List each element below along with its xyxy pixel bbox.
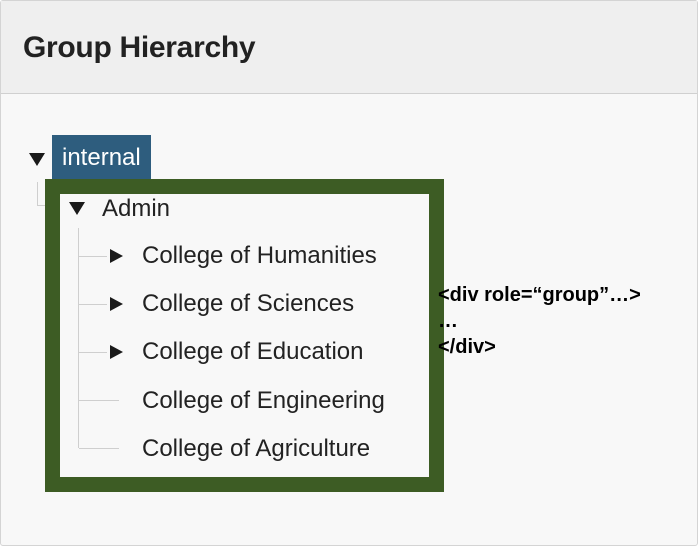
tree-node-label[interactable]: College of Education — [142, 338, 363, 366]
tree-guide-line — [78, 228, 79, 448]
page-title: Group Hierarchy — [23, 31, 256, 64]
tree-connector-line — [79, 352, 107, 353]
tree-connector-line — [79, 304, 107, 305]
tree-node-label-admin[interactable]: Admin — [102, 195, 170, 223]
expand-arrow-icon[interactable] — [110, 297, 123, 311]
tree-connector-line — [37, 182, 38, 206]
tree-connector-line — [79, 448, 119, 449]
code-annotation-ellipsis: … — [438, 310, 458, 332]
tree-node-label-internal[interactable]: internal — [52, 135, 151, 181]
code-annotation-close-tag: </div> — [438, 336, 496, 358]
tree-connector-line — [79, 256, 107, 257]
code-annotation-open-tag: <div role=“group”…> — [438, 284, 641, 306]
panel-header: Group Hierarchy — [1, 1, 697, 94]
tree-node-label[interactable]: College of Sciences — [142, 290, 354, 318]
expand-arrow-icon[interactable] — [29, 153, 45, 166]
tree-node-label[interactable]: College of Engineering — [142, 387, 385, 415]
tree-connector-line — [79, 400, 119, 401]
tree-node-label[interactable]: College of Humanities — [142, 242, 377, 270]
expand-arrow-icon[interactable] — [69, 202, 85, 215]
code-annotation: <div role=“group”…> … </div> — [438, 282, 641, 360]
expand-arrow-icon[interactable] — [110, 249, 123, 263]
expand-arrow-icon[interactable] — [110, 345, 123, 359]
tree-node-label[interactable]: College of Agriculture — [142, 435, 370, 463]
